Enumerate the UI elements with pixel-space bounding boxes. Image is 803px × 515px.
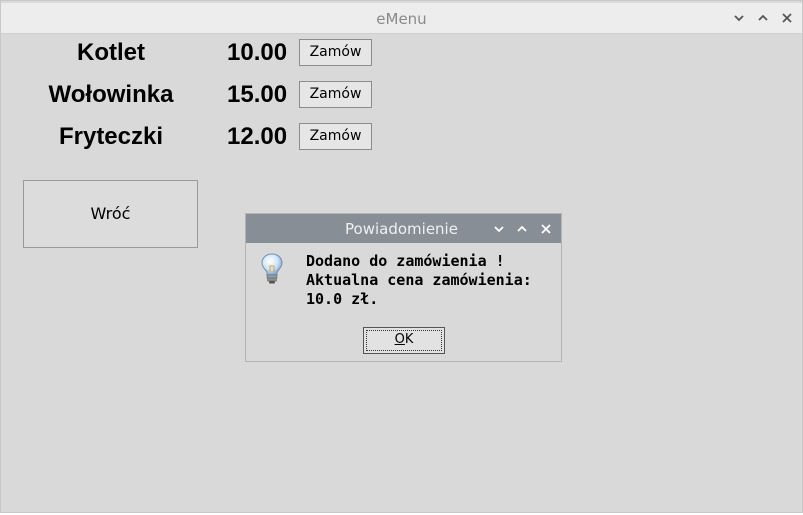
window-titlebar[interactable]: eMenu (1, 3, 802, 34)
menu-item-price: 10.00 (227, 39, 288, 66)
dialog-message-line: Aktualna cena zamówienia: (306, 271, 532, 289)
menu-item-price: 15.00 (227, 81, 288, 108)
dialog-message-line: 10.0 zł. (306, 290, 379, 308)
ok-button[interactable]: OK (363, 327, 445, 354)
window-title: eMenu (376, 10, 427, 28)
dialog-minimize-icon[interactable] (490, 220, 508, 238)
dialog-close-icon[interactable] (537, 220, 555, 238)
dialog-message: Dodano do zamówienia ! Aktualna cena zamó… (306, 252, 532, 309)
dialog-maximize-icon[interactable] (513, 220, 531, 238)
menu-item-name: Wołowinka (48, 81, 174, 108)
notification-dialog: Powiadomienie Dodano do zamówienia ! Akt… (245, 213, 562, 362)
lightbulb-icon (259, 252, 285, 286)
dialog-title: Powiadomienie (345, 220, 458, 238)
ok-button-label: OK (395, 332, 414, 347)
dialog-message-line: Dodano do zamówienia ! (306, 252, 505, 270)
order-button[interactable]: Zamów (299, 123, 372, 150)
ok-label-rest: K (404, 332, 414, 347)
main-window: eMenu Kotlet 10.00 Zamów Wołowinka 15.00… (0, 0, 803, 513)
order-button[interactable]: Zamów (299, 39, 372, 66)
menu-item-name: Kotlet (77, 39, 145, 66)
minimize-icon[interactable] (729, 8, 749, 28)
back-button[interactable]: Wróć (23, 180, 198, 248)
maximize-icon[interactable] (753, 8, 773, 28)
dialog-titlebar[interactable]: Powiadomienie (246, 214, 561, 243)
menu-item-name: Fryteczki (58, 123, 164, 150)
order-button[interactable]: Zamów (299, 81, 372, 108)
ok-mnemonic: O (394, 332, 405, 347)
menu-item-price: 12.00 (227, 123, 288, 150)
close-icon[interactable] (777, 8, 797, 28)
